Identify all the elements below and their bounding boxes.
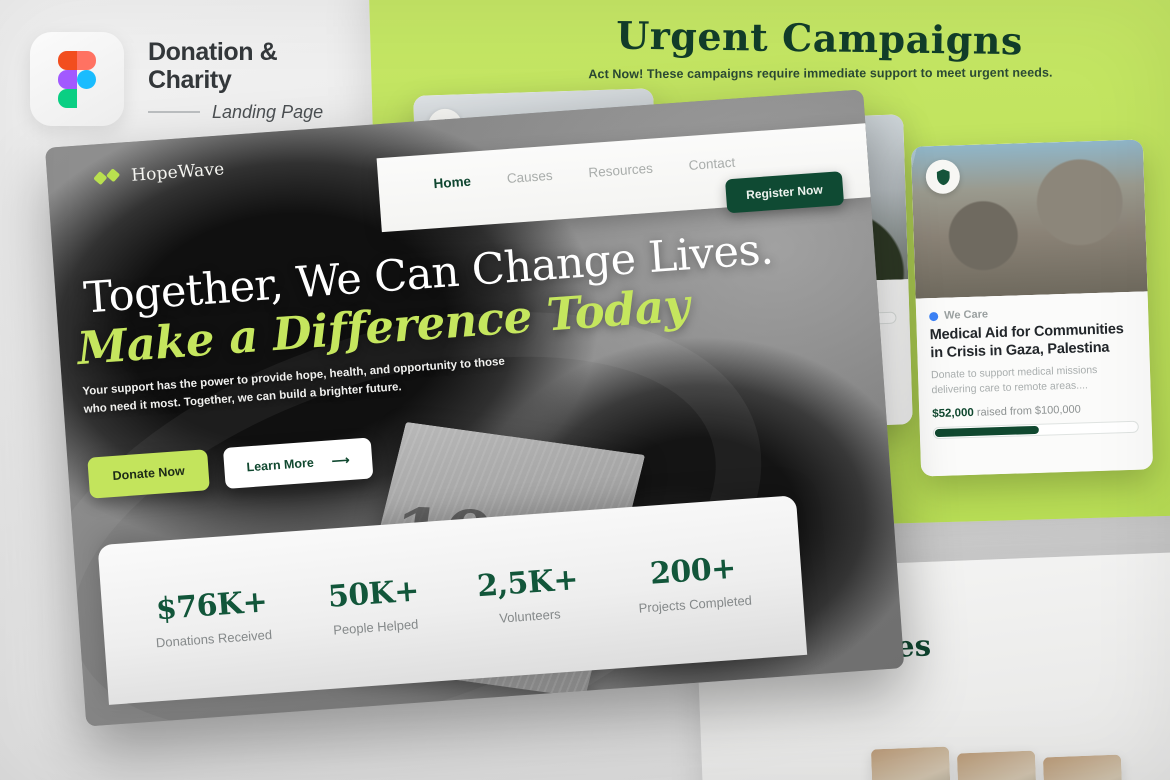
poster-subtitle: Landing Page — [212, 101, 324, 122]
stat-value: 50K+ — [326, 573, 421, 615]
update-thumbnail[interactable] — [956, 750, 1038, 780]
campaign-raised-amount: $52,000 — [932, 406, 975, 420]
campaign-body: We Care Medical Aid for Communities in C… — [915, 291, 1154, 477]
campaign-progress-bar — [932, 420, 1139, 439]
stat-label: Donations Received — [155, 627, 273, 651]
poster-canvas: Urgent Campaigns Act Now! These campaign… — [0, 0, 1170, 780]
poster-subtitle-row: Landing Page — [148, 102, 323, 123]
stat-label: Projects Completed — [638, 592, 753, 616]
stat-label: Volunteers — [498, 606, 562, 626]
status-dot-icon — [929, 311, 939, 321]
stat-value: 2,5K+ — [475, 562, 580, 605]
update-thumbnail[interactable] — [870, 746, 952, 780]
stat-item: 50K+ People Helped — [327, 573, 422, 637]
campaign-desc: Donate to support medical missions deliv… — [930, 364, 1098, 396]
stat-value: $76K+ — [154, 584, 269, 628]
stat-item: 200+ Projects Completed — [635, 550, 752, 616]
divider — [148, 111, 200, 113]
stat-item: 2,5K+ Volunteers — [476, 562, 581, 627]
diamond-logo-icon — [93, 168, 122, 186]
poster-header: Donation & Charity Landing Page — [30, 32, 323, 126]
campaign-raised: $52,000 raised from $100,000 — [932, 401, 1138, 420]
hero-mockup: 10 EURO EYPO HopeWave Home Causes Resour… — [45, 89, 905, 727]
poster-title-block: Donation & Charity Landing Page — [148, 36, 323, 123]
learn-more-label: Learn More — [246, 455, 315, 474]
campaign-tag: We Care — [929, 304, 1135, 322]
nav-item-home[interactable]: Home — [433, 174, 471, 192]
figma-logo-icon — [58, 51, 96, 108]
update-thumbnail[interactable] — [1042, 754, 1124, 780]
campaign-title: Medical Aid for Communities in Crisis in… — [929, 321, 1124, 361]
figma-logo-tile — [30, 32, 124, 126]
arrow-right-icon: ⟶ — [331, 453, 351, 469]
stat-item: $76K+ Donations Received — [152, 584, 273, 651]
campaign-goal-text: raised from $100,000 — [976, 403, 1081, 419]
stat-label: People Helped — [332, 616, 419, 638]
poster-title-line2: Charity — [148, 65, 232, 94]
stat-value: 200+ — [648, 550, 737, 592]
campaign-card[interactable]: We Care Medical Aid for Communities in C… — [910, 139, 1154, 477]
donate-now-button[interactable]: Donate Now — [87, 449, 211, 499]
campaign-tag-label: We Care — [944, 308, 989, 322]
campaign-progress-fill — [934, 425, 1040, 437]
poster-title-line1: Donation & — [148, 37, 278, 66]
